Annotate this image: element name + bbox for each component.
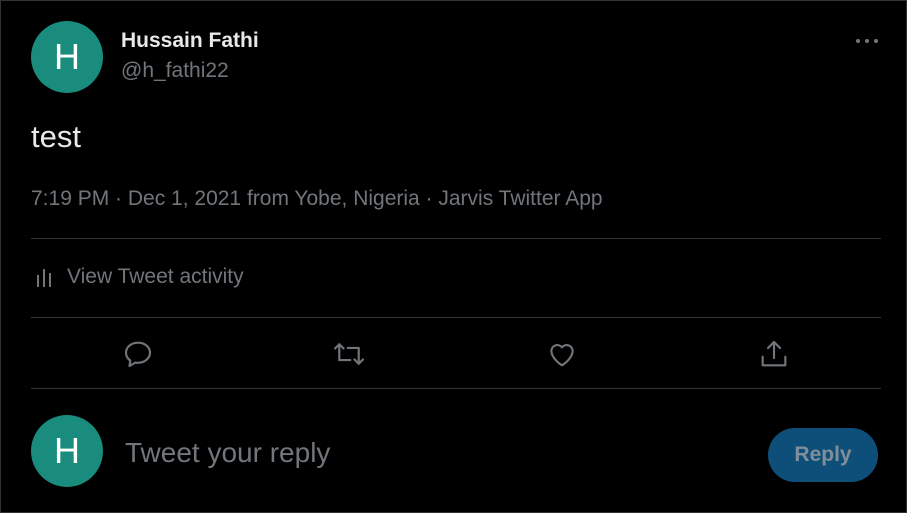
like-action-button[interactable] [545, 337, 579, 371]
author-display-name[interactable]: Hussain Fathi [121, 29, 259, 53]
share-action-button[interactable] [757, 337, 791, 371]
reply-input-placeholder: Tweet your reply [125, 437, 331, 468]
more-dots-icon [854, 39, 881, 43]
reply-icon [124, 341, 152, 368]
like-icon [550, 344, 574, 367]
more-options-button[interactable] [847, 27, 887, 55]
tweet-meta: 7:19 PM · Dec 1, 2021 from Yobe, Nigeria… [31, 187, 603, 210]
reply-avatar-initial: H [54, 430, 80, 471]
divider [31, 388, 881, 389]
divider [31, 238, 881, 239]
retweet-action-button[interactable] [332, 337, 366, 371]
share-icon [761, 340, 787, 367]
author-avatar[interactable]: H [31, 21, 103, 93]
tweet-text: test [31, 119, 81, 154]
reply-action-button[interactable] [121, 337, 155, 371]
reply-button[interactable]: Reply [768, 428, 878, 482]
tweet-detail-panel: H Hussain Fathi @h_fathi22 test 7:19 PM … [0, 0, 907, 513]
reply-input[interactable]: Tweet your reply [125, 437, 725, 469]
activity-chart-icon [37, 269, 51, 287]
reply-avatar[interactable]: H [31, 415, 103, 487]
view-tweet-activity-label: View Tweet activity [67, 265, 244, 288]
retweet-icon [333, 343, 365, 365]
view-tweet-activity-link[interactable]: View Tweet activity [35, 265, 244, 289]
author-handle[interactable]: @h_fathi22 [121, 59, 229, 83]
author-avatar-initial: H [54, 36, 80, 77]
divider [31, 317, 881, 318]
